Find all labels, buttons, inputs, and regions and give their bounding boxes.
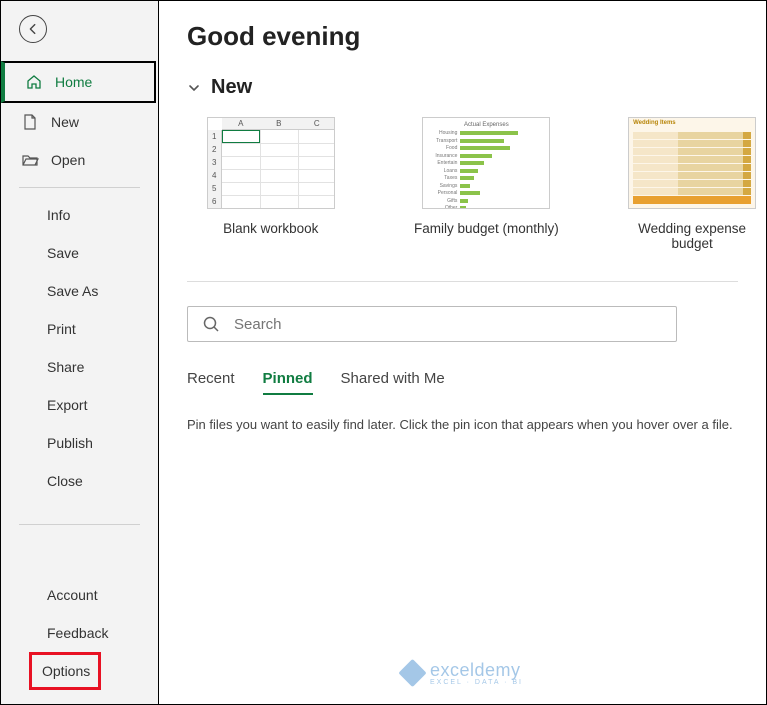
template-blank-workbook[interactable]: A B C 1 2 3 4 5 6 7 xyxy=(187,117,355,251)
pinned-empty-hint: Pin files you want to easily find later.… xyxy=(187,417,766,432)
chevron-down-icon xyxy=(187,81,201,95)
search-input[interactable] xyxy=(234,316,662,333)
search-box[interactable] xyxy=(187,306,677,342)
templates-row: A B C 1 2 3 4 5 6 7 xyxy=(187,117,766,251)
template-thumbnail: Wedding Items xyxy=(628,117,756,209)
template-label: Wedding expense budget xyxy=(618,221,766,251)
template-family-budget[interactable]: Actual Expenses Housing Transport Food I… xyxy=(403,117,571,251)
folder-open-icon xyxy=(21,151,39,169)
greeting-title: Good evening xyxy=(187,21,766,52)
sidebar-item-account[interactable]: Account xyxy=(1,576,158,614)
sidebar-item-export[interactable]: Export xyxy=(1,386,158,424)
sidebar-item-label: New xyxy=(51,114,79,130)
sidebar-item-home[interactable]: Home xyxy=(1,61,156,103)
sidebar-item-save[interactable]: Save xyxy=(1,234,158,272)
backstage-sidebar: Home New Open Info Save Save As Print Sh… xyxy=(1,1,159,704)
tab-recent[interactable]: Recent xyxy=(187,370,235,395)
watermark: exceldemy EXCEL · DATA · BI xyxy=(402,660,523,686)
sidebar-item-feedback[interactable]: Feedback xyxy=(1,614,158,652)
template-thumbnail: Actual Expenses Housing Transport Food I… xyxy=(422,117,550,209)
arrow-left-icon xyxy=(26,22,40,36)
tab-pinned[interactable]: Pinned xyxy=(263,370,313,395)
search-icon xyxy=(202,315,220,333)
divider xyxy=(19,187,140,188)
sidebar-item-print[interactable]: Print xyxy=(1,310,158,348)
divider xyxy=(19,524,140,525)
sidebar-item-share[interactable]: Share xyxy=(1,348,158,386)
sidebar-item-publish[interactable]: Publish xyxy=(1,424,158,462)
tab-shared[interactable]: Shared with Me xyxy=(341,370,445,395)
divider xyxy=(187,281,738,282)
main-content: Good evening New A B C 1 2 3 4 5 6 xyxy=(159,1,766,704)
back-button[interactable] xyxy=(19,15,47,43)
template-thumbnail: A B C 1 2 3 4 5 6 7 xyxy=(207,117,335,209)
template-wedding-budget[interactable]: Wedding Items xyxy=(618,117,766,251)
sidebar-item-info[interactable]: Info xyxy=(1,196,158,234)
document-icon xyxy=(21,113,39,131)
sidebar-item-close[interactable]: Close xyxy=(1,462,158,500)
file-tabs: Recent Pinned Shared with Me xyxy=(187,370,766,395)
sidebar-item-label: Open xyxy=(51,152,85,168)
sidebar-item-saveas[interactable]: Save As xyxy=(1,272,158,310)
sidebar-item-options[interactable]: Options xyxy=(29,652,101,690)
new-section-header[interactable]: New xyxy=(187,76,766,99)
watermark-brand: exceldemy xyxy=(430,660,523,681)
watermark-tagline: EXCEL · DATA · BI xyxy=(430,679,523,686)
sidebar-item-new[interactable]: New xyxy=(1,103,158,141)
home-icon xyxy=(25,73,43,91)
section-title: New xyxy=(211,76,252,99)
sidebar-item-label: Home xyxy=(55,74,92,90)
watermark-logo-icon xyxy=(398,659,426,687)
sidebar-item-open[interactable]: Open xyxy=(1,141,158,179)
template-label: Blank workbook xyxy=(187,221,355,236)
template-label: Family budget (monthly) xyxy=(403,221,571,236)
